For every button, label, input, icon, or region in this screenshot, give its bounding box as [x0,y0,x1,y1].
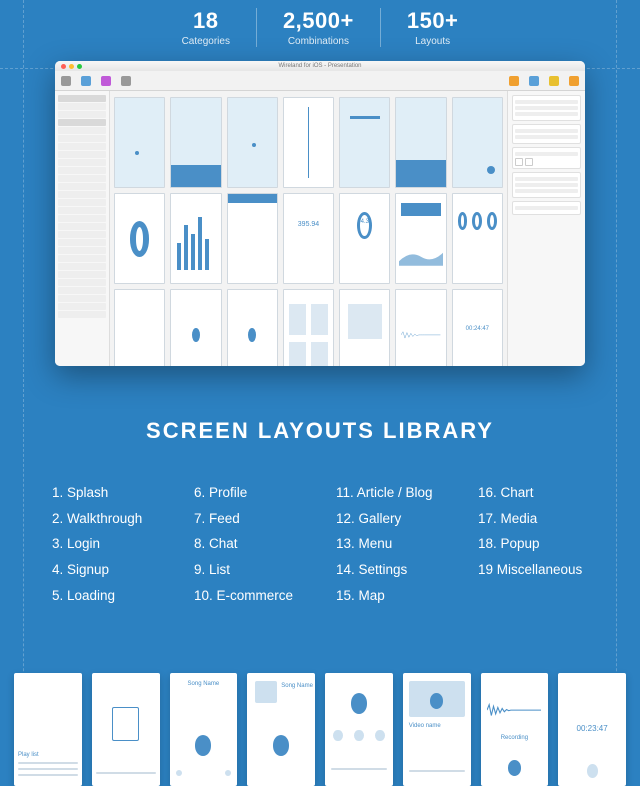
layout-card [325,673,393,786]
stat-number: 2,500+ [283,8,354,34]
stat-number: 150+ [407,8,459,34]
tool-icon [61,76,71,86]
category-item: 17. Media [478,506,588,532]
card-label: Recording [481,735,549,741]
category-columns: 1. Splash 2. Walkthrough 3. Login 4. Sig… [0,480,640,608]
category-item: 4. Signup [52,557,162,583]
stat-number: 18 [182,8,230,34]
category-col: 11. Article / Blog 12. Gallery 13. Menu … [336,480,446,608]
artboard: 395.94 [283,193,334,284]
artboard [114,289,165,366]
inspector-panel [507,91,585,366]
artboard [170,289,221,366]
tool-icon [81,76,91,86]
category-item: 12. Gallery [336,506,446,532]
workspace: 395.94 4.3 [55,91,585,366]
artboard [339,97,390,188]
card-label: Song Name [170,681,238,687]
card-label: Video name [409,723,441,729]
artboard [339,289,390,366]
category-item: 10. E-commerce [194,583,304,609]
category-item: 18. Popup [478,531,588,557]
thumbnail-strip: Play list Song Name Song Name Video name… [0,663,640,786]
category-item: 16. Chart [478,480,588,506]
toolbar [55,71,585,91]
category-item: 3. Login [52,531,162,557]
layout-card: Recording [481,673,549,786]
tool-icon [101,76,111,86]
stat-label: Layouts [407,36,459,47]
category-col: 16. Chart 17. Media 18. Popup 19 Miscell… [478,480,588,608]
artboard [227,193,278,284]
library-section: SCREEN LAYOUTS LIBRARY 1. Splash 2. Walk… [0,418,640,608]
artboard [452,97,503,188]
card-label: Play list [18,752,39,758]
artboard [114,97,165,188]
category-item: 15. Map [336,583,446,609]
library-title: SCREEN LAYOUTS LIBRARY [0,418,640,444]
layout-card: 00:23:47 [558,673,626,786]
tool-icon [569,76,579,86]
category-item: 5. Loading [52,583,162,609]
artboard: 00:24:47 [452,289,503,366]
stat-combinations: 2,500+ Combinations [256,8,380,47]
category-item: 7. Feed [194,506,304,532]
stat-categories: 18 Categories [156,8,256,47]
tool-icon [509,76,519,86]
artboard: 4.3 [339,193,390,284]
layers-panel [55,91,110,366]
layout-card: Song Name [247,673,315,786]
category-item: 14. Settings [336,557,446,583]
design-app-window: Wireland for iOS - Presentation [55,61,585,366]
card-label: 00:23:47 [558,724,626,733]
stat-label: Combinations [283,36,354,47]
category-item: 9. List [194,557,304,583]
window-title: Wireland for iOS - Presentation [55,63,585,69]
category-col: 1. Splash 2. Walkthrough 3. Login 4. Sig… [52,480,162,608]
tool-icon [529,76,539,86]
artboard [227,97,278,188]
artboard [395,289,446,366]
category-item: 13. Menu [336,531,446,557]
artboard [452,193,503,284]
category-item: 6. Profile [194,480,304,506]
category-item: 2. Walkthrough [52,506,162,532]
artboard [114,193,165,284]
category-item: 8. Chat [194,531,304,557]
tool-icon [121,76,131,86]
layout-card [92,673,160,786]
stat-layouts: 150+ Layouts [380,8,485,47]
category-item: 11. Article / Blog [336,480,446,506]
tool-icon [549,76,559,86]
stats-row: 18 Categories 2,500+ Combinations 150+ L… [0,0,640,47]
artboard [227,289,278,366]
card-label: Song Name [281,683,313,689]
artboard [170,97,221,188]
waveform-icon [487,696,541,724]
artboard [170,193,221,284]
category-item: 1. Splash [52,480,162,506]
stat-label: Categories [182,36,230,47]
artboard [395,97,446,188]
titlebar: Wireland for iOS - Presentation [55,61,585,71]
layout-card: Video name [403,673,471,786]
category-item: 19 Miscellaneous [478,557,588,583]
artboard [395,193,446,284]
canvas: 395.94 4.3 [110,91,507,366]
artboard [283,97,334,188]
layout-card: Play list [14,673,82,786]
layout-card: Song Name [170,673,238,786]
artboard [283,289,334,366]
category-col: 6. Profile 7. Feed 8. Chat 9. List 10. E… [194,480,304,608]
